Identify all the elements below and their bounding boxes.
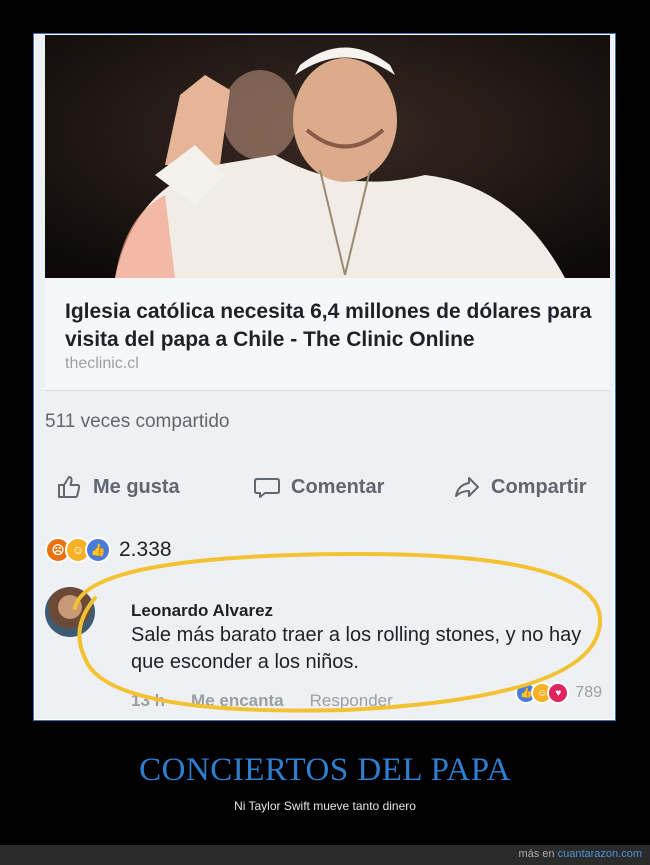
share-count[interactable]: 511 veces compartido [45, 411, 229, 433]
like-label: Me gusta [93, 475, 180, 498]
share-label: Compartir [491, 475, 587, 498]
footer-text: más en cuantarazon.com [518, 848, 642, 860]
comment-meta: 13 h Me encanta Responder [131, 691, 393, 711]
pope-photo [45, 35, 610, 278]
facebook-post: Iglesia católica necesita 6,4 millones d… [35, 35, 614, 719]
link-preview-image[interactable] [45, 35, 610, 278]
caption-title: CONCIERTOS DEL PAPA [139, 752, 511, 788]
footer-bar: más en cuantarazon.com [0, 845, 650, 865]
speech-bubble-icon [254, 478, 280, 498]
share-button[interactable]: Compartir [453, 473, 587, 501]
post-reactions[interactable]: ☹ ☺ 👍 2.338 [45, 537, 172, 563]
comment-time[interactable]: 13 h [131, 691, 165, 711]
link-domain: theclinic.cl [65, 355, 139, 372]
comment-reactions[interactable]: 👍 ☺ ♥ 789 [515, 682, 602, 704]
comment-love-link[interactable]: Me encanta [191, 691, 284, 711]
like-button[interactable]: Me gusta [55, 473, 180, 501]
link-preview-card[interactable]: Iglesia católica necesita 6,4 millones d… [45, 278, 610, 391]
love-reaction-icon: ♥ [547, 682, 570, 704]
avatar[interactable] [45, 587, 95, 637]
caption-subtitle: Ni Taylor Swift mueve tanto dinero [234, 799, 416, 813]
link-title[interactable]: Iglesia católica necesita 6,4 millones d… [65, 298, 595, 354]
reaction-count: 2.338 [119, 538, 172, 561]
screenshot-frame: Iglesia católica necesita 6,4 millones d… [33, 33, 616, 721]
footer-site-link[interactable]: cuantarazon.com [558, 848, 642, 860]
footer-prefix: más en [518, 848, 555, 860]
thumbs-up-icon [58, 476, 81, 498]
comment-button[interactable]: Comentar [253, 473, 384, 501]
comment-reaction-count: 789 [575, 684, 602, 701]
comment-text: Sale más barato traer a los rolling ston… [131, 624, 582, 673]
like-reaction-icon: 👍 [85, 537, 111, 563]
action-bar: Me gusta Comentar Compartir [35, 465, 615, 505]
share-arrow-icon [455, 477, 479, 497]
comment-author[interactable]: Leonardo Alvarez [131, 601, 273, 621]
comment-label: Comentar [291, 475, 385, 498]
comment-reply-link[interactable]: Responder [310, 691, 393, 711]
